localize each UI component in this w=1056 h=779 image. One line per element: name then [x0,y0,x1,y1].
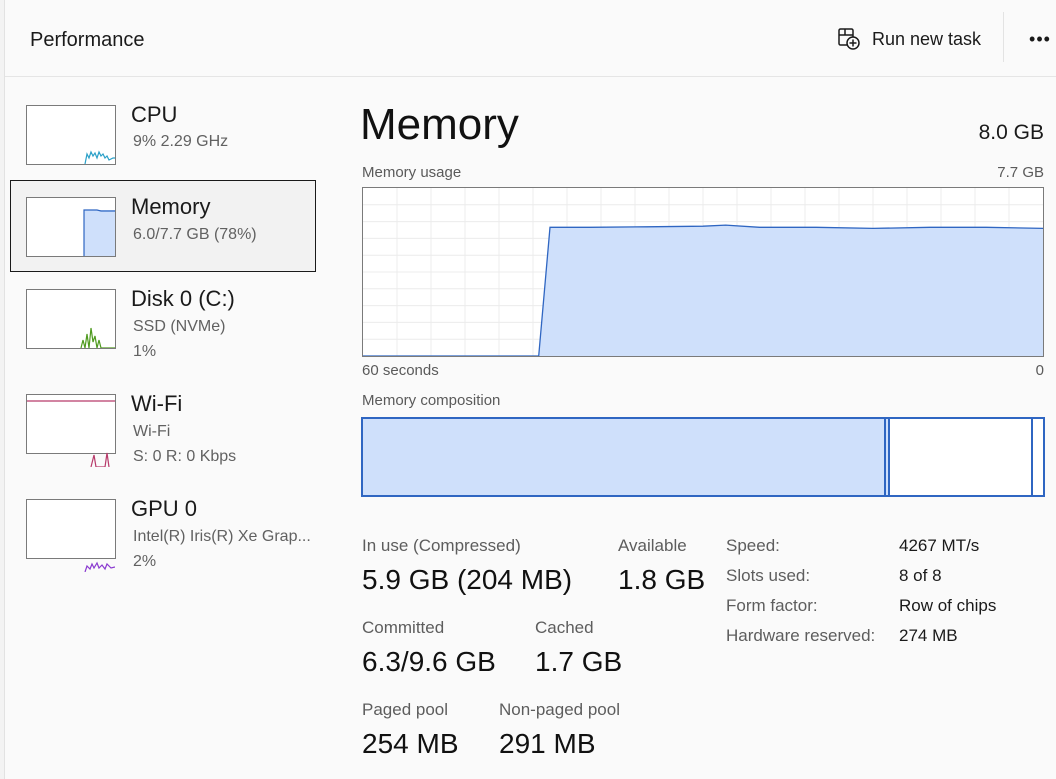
sidebar-item-usage: 2% [133,553,157,570]
sidebar-item-wifi[interactable]: Wi-Fi Wi-Fi S: 0 R: 0 Kbps [11,385,315,475]
wifi-thumbnail-graph [26,394,116,468]
non-paged-pool-label: Non-paged pool [499,700,620,719]
memory-total: 8.0 GB [978,121,1044,144]
available-value: 1.8 GB [618,564,706,595]
sidebar-item-detail: SSD (NVMe) [133,318,226,335]
x-axis-left-label: 60 seconds [362,362,439,379]
memory-usage-label: Memory usage [362,164,462,181]
sidebar-item-detail: 6.0/7.7 GB (78%) [133,226,257,243]
committed-label: Committed [362,618,445,637]
detail-value: Row of chips [899,596,997,615]
cpu-thumbnail-graph [26,105,116,165]
sidebar-item-label: Wi-Fi [131,391,183,416]
gpu-thumbnail-graph [26,499,116,573]
header-separator [1003,12,1004,62]
composition-in-use-segment[interactable] [363,419,884,495]
sidebar-item-detail: 9% 2.29 GHz [133,133,229,150]
memory-title: Memory [360,100,519,149]
sidebar-item-memory[interactable]: Memory 6.0/7.7 GB (78%) [10,180,316,272]
in-use-value: 5.9 GB (204 MB) [362,564,573,595]
sidebar-item-detail: Wi-Fi [133,423,171,440]
sidebar-item-cpu[interactable]: CPU 9% 2.29 GHz [11,96,315,172]
committed-value: 6.3/9.6 GB [362,646,496,677]
sidebar-item-throughput: S: 0 R: 0 Kbps [133,448,237,465]
sidebar-item-usage: 1% [133,343,157,360]
in-use-label: In use (Compressed) [362,536,521,555]
memory-usage-graph [362,187,1044,357]
detail-value: 8 of 8 [899,566,942,585]
memory-usage-chart [363,188,1044,357]
task-manager-window: Performance Run new task ••• CPU 9% 2.29… [4,0,1056,779]
non-paged-pool-value: 291 MB [499,728,596,759]
detail-value: 4267 MT/s [899,536,980,555]
paged-pool-value: 254 MB [362,728,459,759]
sidebar-item-disk[interactable]: Disk 0 (C:) SSD (NVMe) 1% [11,280,315,370]
sidebar-item-label: CPU [131,102,178,127]
run-new-task-button[interactable]: Run new task [837,24,981,54]
memory-thumbnail-graph [26,197,116,257]
sidebar-item-label: Memory [131,194,211,219]
more-options-button[interactable]: ••• [1023,24,1056,54]
run-task-icon [838,28,860,50]
memory-composition-label: Memory composition [362,392,501,409]
composition-free-segment[interactable] [1031,419,1039,495]
x-axis-right-label: 0 [1035,362,1044,379]
detail-key: Hardware reserved: [726,626,876,645]
cached-label: Cached [535,618,594,637]
detail-value: 274 MB [899,626,958,645]
composition-standby-segment[interactable] [889,419,1032,495]
disk-thumbnail-graph [26,289,116,349]
run-new-task-label: Run new task [872,28,982,49]
header-bar: Performance Run new task ••• [5,0,1056,77]
page-title: Performance [30,29,145,51]
memory-composition-bar [361,417,1045,497]
more-icon: ••• [1029,28,1051,49]
paged-pool-label: Paged pool [362,700,449,719]
cached-value: 1.7 GB [535,646,623,677]
memory-usage-max: 7.7 GB [997,164,1044,181]
sidebar-item-gpu[interactable]: GPU 0 Intel(R) Iris(R) Xe Grap... 2% [11,490,315,580]
sidebar-item-label: GPU 0 [131,496,198,521]
detail-key: Slots used: [726,566,811,585]
detail-key: Speed: [726,536,780,555]
sidebar-item-detail: Intel(R) Iris(R) Xe Grap... [133,528,311,545]
detail-key: Form factor: [726,596,818,615]
sidebar-item-label: Disk 0 (C:) [131,286,235,311]
available-label: Available [618,536,687,555]
